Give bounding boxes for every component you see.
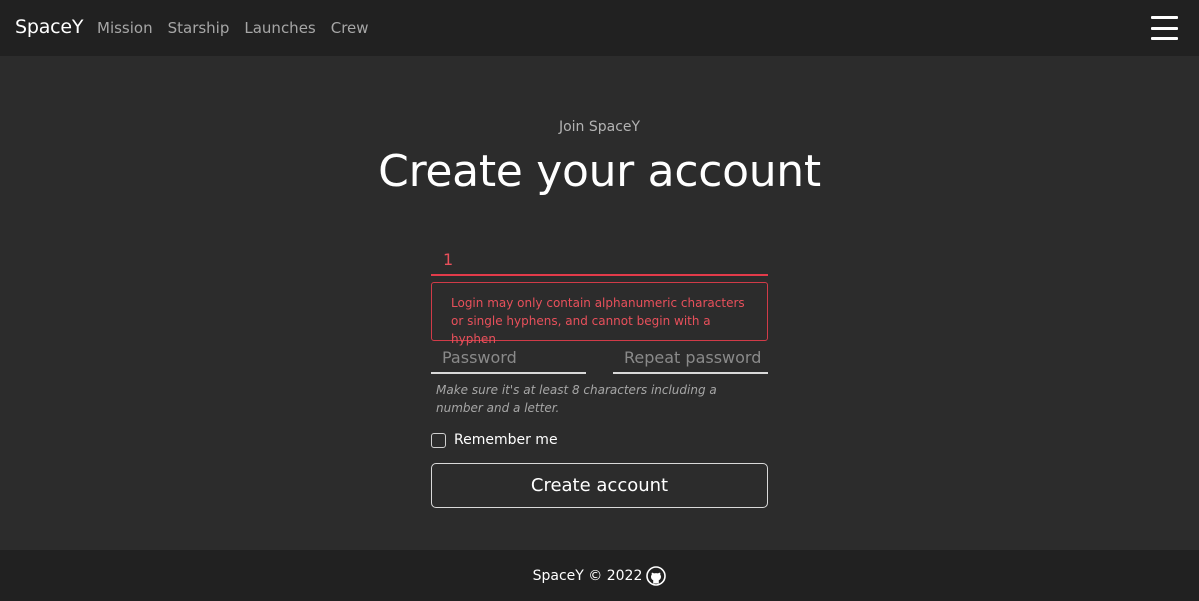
remember-me-label[interactable]: Remember me <box>454 432 558 448</box>
nav-link-crew[interactable]: Crew <box>331 19 369 37</box>
footer: SpaceY © 2022 <box>0 550 1199 601</box>
password-hint: Make sure it's at least 8 characters inc… <box>436 383 717 415</box>
hamburger-menu-icon[interactable] <box>1151 16 1178 40</box>
login-input[interactable] <box>431 244 768 276</box>
nav-link-starship[interactable]: Starship <box>168 19 230 37</box>
login-error-message: Login may only contain alphanumeric char… <box>431 282 768 346</box>
brand-logo[interactable]: SpaceY <box>15 16 84 38</box>
footer-copyright: SpaceY © 2022 <box>532 567 643 584</box>
remember-me-row: Remember me <box>431 432 558 448</box>
nav-links: Mission Starship Launches Crew <box>97 19 384 37</box>
github-icon[interactable] <box>646 565 667 586</box>
repeat-password-input[interactable] <box>613 342 768 374</box>
remember-me-checkbox[interactable] <box>431 432 446 448</box>
nav-link-launches[interactable]: Launches <box>244 19 315 37</box>
nav-link-mission[interactable]: Mission <box>97 19 153 37</box>
password-input[interactable] <box>431 342 586 374</box>
create-account-button[interactable]: Create account <box>431 463 768 508</box>
page-title: Create your account <box>378 146 821 197</box>
navbar: SpaceY Mission Starship Launches Crew <box>0 0 1199 56</box>
page-subtitle: Join SpaceY <box>558 119 641 135</box>
